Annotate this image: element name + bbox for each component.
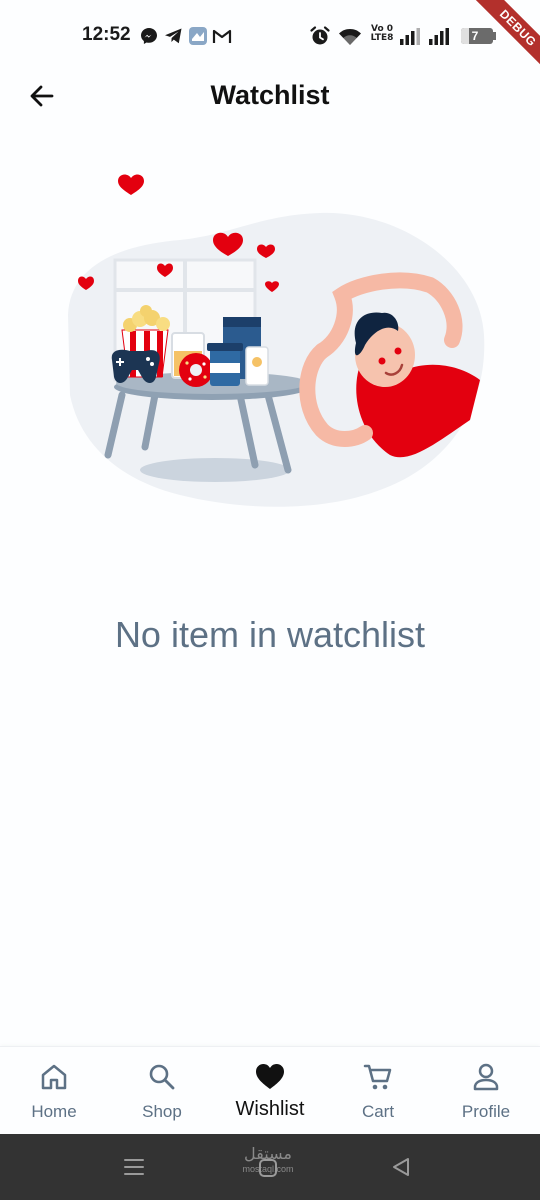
messenger-icon [141, 28, 157, 44]
home-icon[interactable] [258, 1158, 278, 1178]
bottom-navigation: Home Shop Wishlist Cart Profile [0, 1046, 540, 1134]
person-with-snacks-and-hearts-illustration [68, 174, 485, 507]
system-navigation-bar: مستقل mostaql.com [0, 1134, 540, 1200]
recents-icon[interactable] [122, 1156, 146, 1178]
nav-item-shop[interactable]: Shop [108, 1047, 216, 1135]
nav-item-cart[interactable]: Cart [324, 1047, 432, 1135]
alarm-icon [310, 26, 330, 45]
battery-icon: 7 [461, 28, 493, 44]
person-icon [473, 1063, 499, 1091]
empty-state-message: No item in watchlist [114, 614, 426, 655]
volte-icon: Vo 0 LTE8 [370, 24, 394, 43]
battery-level: 7 [471, 29, 479, 43]
signal-icon [429, 28, 449, 45]
nav-label-profile: Profile [461, 1102, 511, 1121]
nav-label-wishlist: Wishlist [235, 1098, 305, 1120]
status-time: 12:52 [82, 24, 131, 45]
app-icon [189, 27, 207, 45]
nav-label-home: Home [31, 1102, 77, 1121]
search-icon [149, 1064, 175, 1090]
telegram-icon [165, 28, 182, 44]
signal-icon [400, 28, 420, 45]
status-bar: 12:52 Vo 0 LTE8 7 [0, 0, 540, 72]
nav-label-shop: Shop [142, 1102, 182, 1121]
home-icon [41, 1064, 67, 1090]
gmail-icon [212, 29, 232, 43]
nav-label-cart: Cart [361, 1102, 395, 1121]
cart-icon [363, 1064, 392, 1090]
back-icon[interactable] [390, 1156, 412, 1178]
page-title: Watchlist [210, 80, 330, 110]
wifi-icon [339, 29, 361, 45]
nav-item-home[interactable]: Home [0, 1047, 108, 1135]
nav-item-profile[interactable]: Profile [432, 1047, 540, 1135]
nav-item-wishlist[interactable]: Wishlist [216, 1047, 324, 1135]
heart-icon [256, 1064, 284, 1089]
